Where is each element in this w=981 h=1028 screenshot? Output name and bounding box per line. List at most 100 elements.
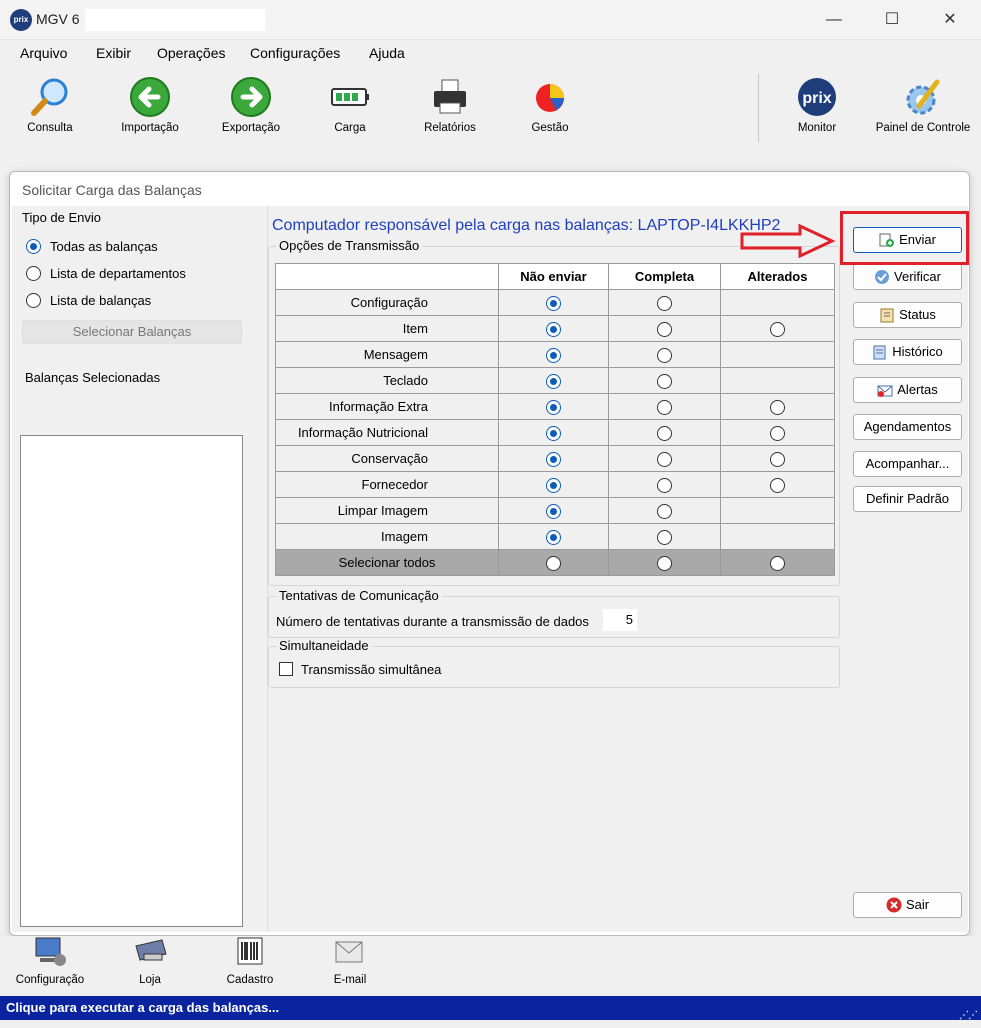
bottom-configuracao[interactable]: Configuração	[10, 936, 90, 986]
verificar-button[interactable]: Verificar	[853, 264, 962, 290]
radio-button[interactable]	[770, 555, 785, 571]
agendamentos-button[interactable]: Agendamentos	[853, 414, 962, 440]
radio-lista-balancas[interactable]: Lista de balanças	[26, 290, 151, 310]
historico-button[interactable]: Histórico	[853, 339, 962, 365]
arrow-right-icon	[229, 76, 273, 118]
table-header: Não enviar	[498, 263, 609, 290]
radio-button[interactable]	[657, 399, 672, 415]
definir-padrao-button[interactable]: Definir Padrão	[853, 486, 962, 512]
radio-button[interactable]	[657, 347, 672, 363]
radio-button[interactable]	[770, 425, 785, 441]
status-button[interactable]: Status	[853, 302, 962, 328]
tentativas-input[interactable]: 5	[603, 609, 637, 631]
toolbar-carga[interactable]: Carga	[305, 76, 395, 134]
radio-button[interactable]	[26, 265, 41, 281]
menu-operacoes[interactable]: Operações	[157, 45, 225, 61]
nao-enviar-cell	[498, 315, 609, 342]
radio-todas-balancas[interactable]: Todas as balanças	[26, 236, 158, 256]
toolbar-importacao[interactable]: Importação	[105, 76, 195, 134]
radio-button[interactable]	[657, 425, 672, 441]
radio-button-selected[interactable]	[546, 451, 561, 467]
menu-configuracoes[interactable]: Configurações	[250, 45, 340, 61]
radio-button-selected[interactable]	[546, 399, 561, 415]
radio-button[interactable]	[657, 295, 672, 311]
toolbar-monitor[interactable]: prix Monitor	[772, 76, 862, 134]
radio-button-selected[interactable]	[546, 347, 561, 363]
radio-button[interactable]	[546, 555, 561, 571]
radio-button-selected[interactable]	[546, 529, 561, 545]
bottom-cadastro[interactable]: Cadastro	[210, 936, 290, 986]
radio-button-selected[interactable]	[546, 373, 561, 389]
radio-button-selected[interactable]	[546, 295, 561, 311]
arrow-left-icon	[128, 76, 172, 118]
menu-ajuda[interactable]: Ajuda	[369, 45, 405, 61]
highlight-box	[840, 211, 969, 265]
alertas-button[interactable]: Alertas	[853, 377, 962, 403]
option-name: Imagem	[275, 523, 499, 550]
radio-button-selected[interactable]	[26, 238, 41, 254]
select-all-row: Selecionar todos	[275, 549, 835, 576]
red-arrow-icon	[740, 223, 836, 261]
radio-button[interactable]	[657, 529, 672, 545]
prix-logo-icon: prix	[10, 9, 32, 31]
alterados-cell	[720, 419, 835, 446]
completa-cell	[608, 341, 721, 368]
radio-button-selected[interactable]	[546, 321, 561, 337]
completa-cell	[608, 393, 721, 420]
minimize-button[interactable]: —	[805, 0, 863, 40]
radio-button[interactable]	[770, 321, 785, 337]
solicitar-carga-dialog: Solicitar Carga das Balanças Tipo de Env…	[9, 171, 970, 936]
select-all-nao-enviar	[498, 549, 609, 576]
toolbar-consulta[interactable]: Consulta	[5, 76, 95, 134]
radio-button[interactable]	[657, 451, 672, 467]
option-name: Item	[275, 315, 499, 342]
bottom-loja[interactable]: Loja	[110, 936, 190, 986]
main-toolbar: Consulta Importação Exportação Carga Rel…	[0, 68, 981, 146]
radio-button[interactable]	[657, 477, 672, 493]
toolbar-exportacao[interactable]: Exportação	[206, 76, 296, 134]
toolbar-label: Relatórios	[424, 122, 476, 134]
radio-button-selected[interactable]	[546, 425, 561, 441]
select-all-label: Selecionar todos	[275, 549, 499, 576]
radio-button[interactable]	[657, 373, 672, 389]
dialog-title: Solicitar Carga das Balanças	[22, 182, 202, 198]
radio-button[interactable]	[770, 399, 785, 415]
maximize-button[interactable]: ☐	[863, 0, 921, 40]
radio-button[interactable]	[657, 503, 672, 519]
radio-button-selected[interactable]	[546, 503, 561, 519]
envelope-icon	[332, 936, 368, 968]
toolbar-label: Consulta	[27, 122, 73, 134]
toolbar-relatorios[interactable]: Relatórios	[405, 76, 495, 134]
radio-button[interactable]	[770, 451, 785, 467]
completa-cell	[608, 367, 721, 394]
radio-button-selected[interactable]	[546, 477, 561, 493]
printer-icon	[428, 76, 472, 118]
option-name: Informação Extra	[275, 393, 499, 420]
acompanhar-button[interactable]: Acompanhar...	[853, 451, 962, 477]
radio-button[interactable]	[657, 555, 672, 571]
radio-button[interactable]	[657, 321, 672, 337]
selecionar-balancas-button[interactable]: Selecionar Balanças	[22, 320, 242, 344]
table-header: Alterados	[720, 263, 835, 290]
sair-button[interactable]: Sair	[853, 892, 962, 918]
balancas-selecionadas-list[interactable]	[20, 435, 243, 927]
radio-button[interactable]	[770, 477, 785, 493]
radio-lista-departamentos[interactable]: Lista de departamentos	[26, 263, 186, 283]
toolbar-gestao[interactable]: Gestão	[505, 76, 595, 134]
table-row: Imagem	[275, 523, 835, 550]
transmissao-simultanea-checkbox[interactable]	[279, 662, 293, 676]
radio-button[interactable]	[26, 292, 41, 308]
menu-arquivo[interactable]: Arquivo	[20, 45, 67, 61]
menu-exibir[interactable]: Exibir	[96, 45, 131, 61]
option-name: Teclado	[275, 367, 499, 394]
close-button[interactable]: ✕	[921, 0, 979, 40]
resize-grip-icon[interactable]: ⋰⋰	[959, 1004, 978, 1028]
toolbar-painel-controle[interactable]: Painel de Controle	[868, 76, 978, 134]
prix-icon: prix	[795, 76, 839, 118]
right-panel: Computador responsável pela carga nas ba…	[268, 206, 968, 932]
toolbar-label: Gestão	[531, 122, 569, 134]
alterados-cell	[720, 393, 835, 420]
opcoes-transmissao-legend: Opções de Transmissão	[276, 238, 423, 253]
bottom-email[interactable]: E-mail	[310, 936, 390, 986]
radio-label: Todas as balanças	[50, 238, 158, 254]
